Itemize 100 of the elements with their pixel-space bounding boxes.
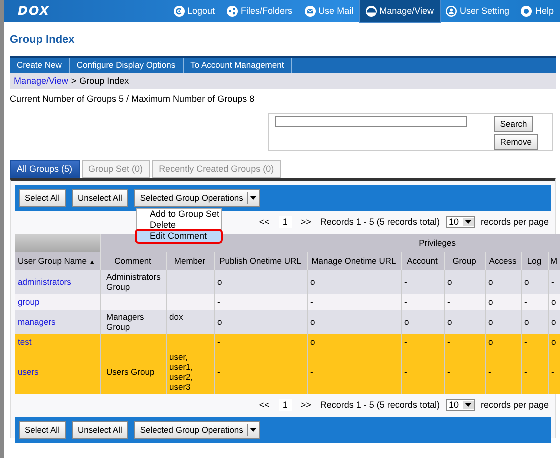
next-page-link[interactable]: >> [300,400,312,410]
records-info: Records 1 - 5 (5 records total) [320,217,440,227]
group-name-link[interactable]: managers [18,317,56,327]
table-cell: o [524,277,530,287]
previous-page-link[interactable]: << [259,400,270,410]
caret-icon [464,403,472,407]
table-cell: Managers Group [106,312,144,332]
half-circle-icon [366,6,377,16]
table-cell: o [448,317,452,327]
records-per-page-label: records per page [480,217,549,227]
table-cell: o [310,337,316,347]
column-header: Account [401,252,444,270]
breadcrumb-link[interactable]: Manage/View [14,76,68,86]
column-header: Comment [100,252,166,270]
column-header: M [548,252,560,270]
table-row[interactable]: users Users Group user, user1, user2, user3 - - - - - - - [15,350,560,394]
operations-dropdown[interactable]: Selected Group Operations [134,421,260,439]
menu-item[interactable]: Delete [137,220,221,231]
column-header: Manage Onetime URL [307,252,401,270]
group-name-link[interactable]: test [18,337,32,347]
toolbar-button[interactable]: Unselect All [72,421,128,439]
nav-item[interactable]: User Setting [440,0,516,22]
search-panel-button[interactable]: Search [494,116,534,132]
page-number[interactable]: 1 [278,399,292,411]
table-cell: dox [170,312,184,322]
caret-icon [250,428,258,432]
table-cell: - [524,367,528,377]
table-cell: - [404,277,408,287]
table-cell: - [404,337,408,347]
breadcrumb-separator: > [71,76,77,86]
mail-icon [304,6,316,16]
previous-page-link[interactable]: << [259,217,270,227]
table-cell: - [218,367,220,377]
column-header: Member [166,252,214,270]
table-cell: o [218,317,222,327]
table-cell: o [310,317,316,327]
page-number[interactable]: 1 [278,216,292,228]
power-icon [174,6,185,16]
table-cell: - [448,367,450,377]
nav-item[interactable]: Manage/View [360,0,440,22]
column-header: Log [521,252,548,270]
tab[interactable]: All Groups (5) [10,160,80,178]
per-page-select[interactable]: 10 [446,216,475,228]
table-cell: - [524,337,528,347]
operations-dropdown[interactable]: Selected Group Operations [134,189,260,207]
table-cell: o [552,297,556,307]
table-cell: - [404,367,408,377]
table-cell: - [488,367,492,377]
toolbar-button[interactable]: Unselect All [72,189,128,207]
nav-item[interactable]: Help [515,0,560,22]
table-cell: - [218,297,220,307]
table-cell: - [218,337,220,347]
table-cell: o [488,277,494,287]
caret-icon [250,196,258,200]
table-cell: Administrators Group [106,272,161,292]
table-cell: o [524,317,530,327]
share-icon [227,6,238,16]
table-row[interactable]: managers Managers Group dox o o o o o o o [15,310,560,334]
table-cell: o [552,337,556,347]
table-cell: o [448,277,452,287]
table-cell: - [310,297,314,307]
table-cell: o [552,317,556,327]
group-name-link[interactable]: users [18,367,39,377]
table-cell: o [310,277,316,287]
search-field[interactable] [275,116,467,127]
table-cell: o [404,317,410,327]
table-cell: - [552,277,554,287]
table-cell: o [218,277,222,287]
records-per-page-label: records per page [480,400,549,410]
menu-item[interactable]: Add to Group Set [137,209,221,220]
records-info: Records 1 - 5 (5 records total) [320,400,440,410]
table-cell: - [524,297,528,307]
table-row[interactable]: test - o - - o - o [15,334,560,350]
table-cell: - [448,297,450,307]
table-row[interactable]: group - - - - o - o [15,294,560,310]
table-cell: - [310,367,314,377]
group-count-text: Current Number of Groups 5 / Maximum Number of Groups 8 [10,94,256,104]
next-page-link[interactable]: >> [300,217,312,227]
table-cell: o [488,297,494,307]
caret-icon [464,220,472,224]
table-cell: - [448,337,450,347]
table-cell: o [488,337,494,347]
toolbar-button[interactable]: Select All [19,421,66,439]
breadcrumb-current: Group Index [80,76,130,86]
per-page-select[interactable]: 10 [446,399,475,411]
table-cell: - [552,367,554,377]
page-title: Group Index [10,34,76,46]
nav-item[interactable]: Logout [168,0,222,22]
table-cell: user, user1, user2, user3 [170,352,194,392]
column-header: Publish Onetime URL [214,252,307,270]
search-panel-button[interactable]: Remove [494,134,538,150]
column-header: Group [444,252,485,270]
nav-item[interactable]: Files/Folders [221,0,299,22]
table-cell: Users Group [106,367,155,377]
menu-item[interactable]: Edit Comment [137,231,221,242]
group-name-link[interactable]: group [18,297,40,307]
toolbar-button[interactable]: Select All [19,189,66,207]
user-icon [446,6,457,16]
nav-item[interactable]: Use Mail [298,0,360,22]
table-row[interactable]: administrators Administrators Group o o - o o o - [15,270,560,294]
